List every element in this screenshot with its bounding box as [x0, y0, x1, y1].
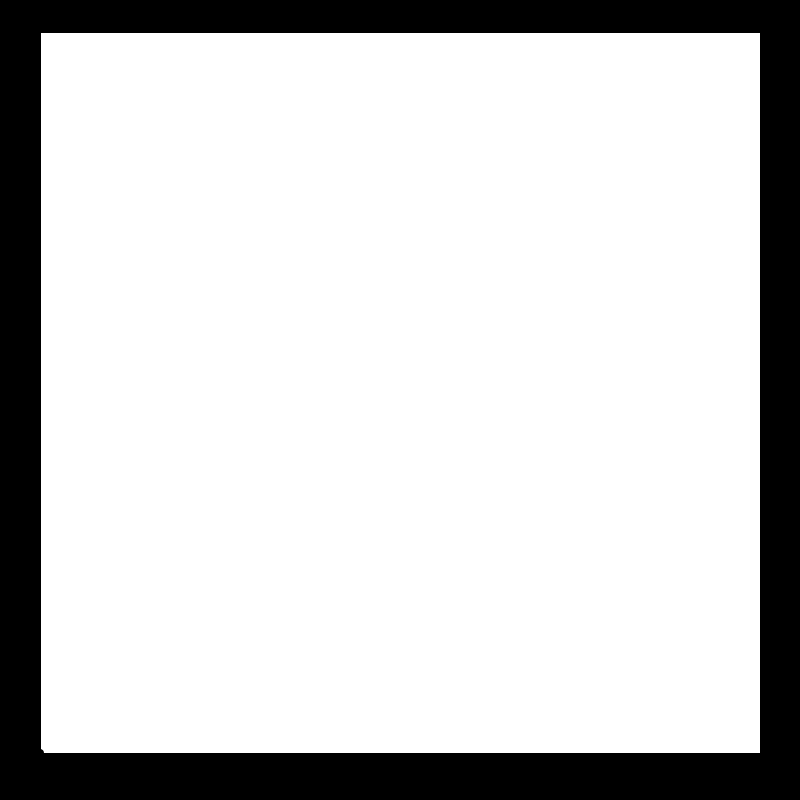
heatmap-plot-area: [40, 33, 760, 753]
chart-frame: [0, 0, 800, 800]
crosshair-horizontal: [40, 753, 760, 754]
heatmap-canvas: [40, 33, 760, 753]
